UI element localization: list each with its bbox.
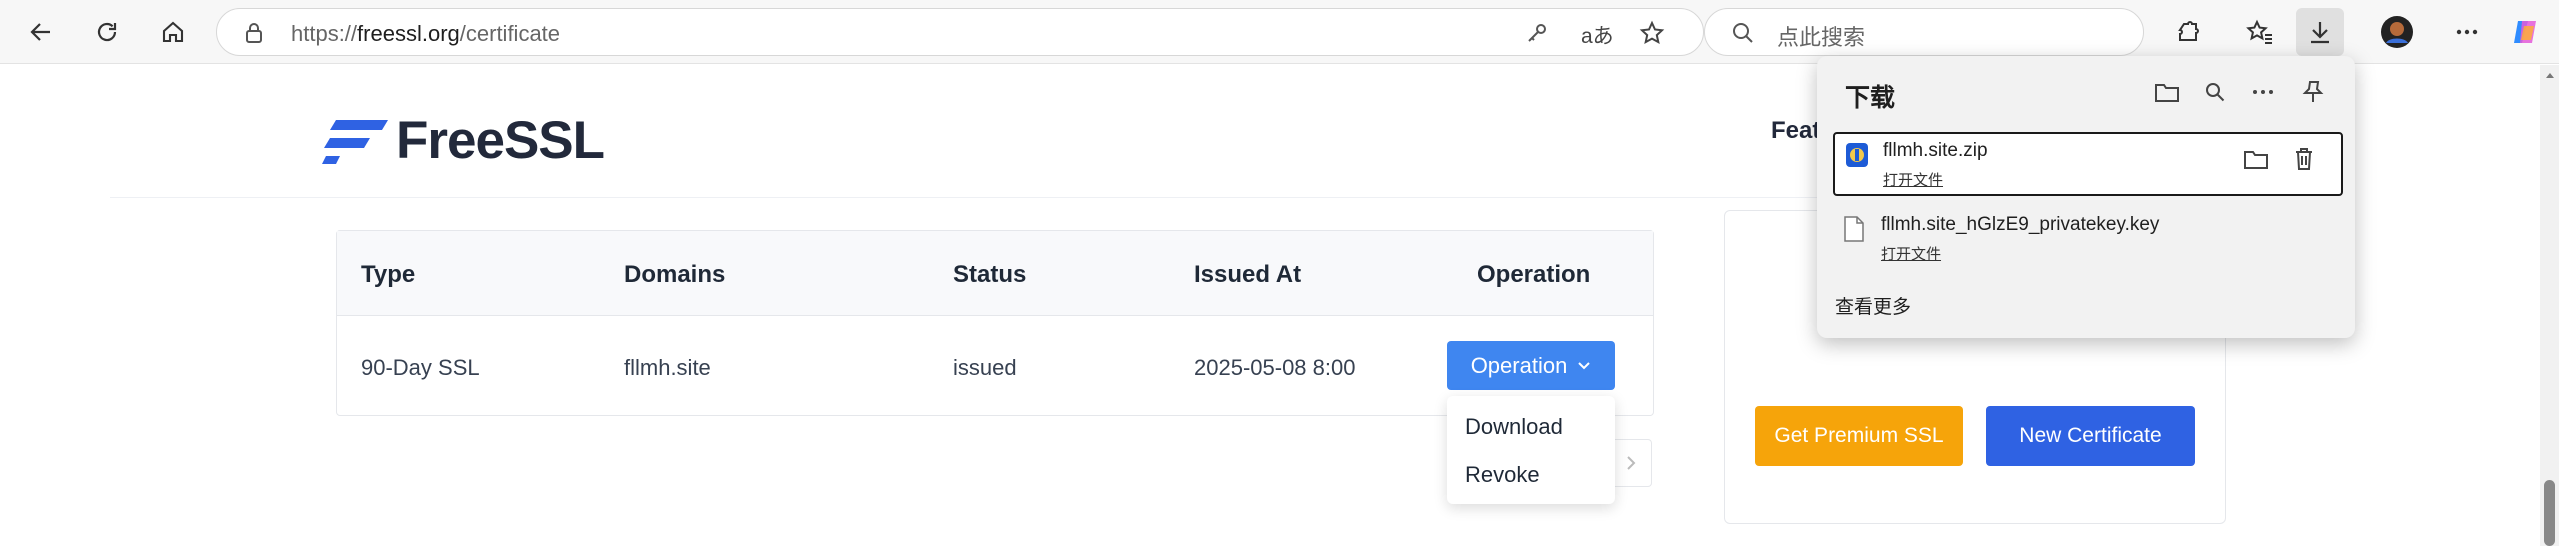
- download-filename: fllmh.site_hGlzE9_privatekey.key: [1881, 214, 2160, 235]
- pagination-next[interactable]: [1610, 439, 1652, 487]
- open-file-link[interactable]: 打开文件: [1881, 243, 1941, 264]
- search-downloads-icon[interactable]: [2199, 76, 2231, 108]
- url-text: https://freessl.org/certificate: [291, 21, 561, 46]
- more-menu-icon[interactable]: [2447, 12, 2487, 52]
- new-certificate-button[interactable]: New Certificate: [1986, 406, 2195, 466]
- operation-button[interactable]: Operation: [1447, 341, 1615, 390]
- favorite-star-icon[interactable]: [1639, 20, 1665, 46]
- search-placeholder: 点此搜索: [1777, 25, 1866, 50]
- cell-type: 90-Day SSL: [361, 355, 480, 380]
- cell-status: issued: [953, 355, 1017, 380]
- search-icon: [1731, 21, 1755, 45]
- zip-file-icon: [1845, 142, 1868, 168]
- header-operation: Operation: [1477, 261, 1591, 288]
- chevron-right-icon: [1627, 456, 1636, 470]
- cell-domain: fllmh.site: [624, 355, 711, 380]
- menu-item-download[interactable]: Download: [1465, 414, 1563, 440]
- chevron-down-icon: [1578, 361, 1591, 369]
- header-status: Status: [953, 261, 1027, 288]
- download-item[interactable]: fllmh.site_hGlzE9_privatekey.key 打开文件: [1833, 208, 2343, 272]
- open-folder-icon[interactable]: [2151, 76, 2183, 108]
- downloads-panel: 下载 fllmh.site.zip 打开文件 fllmh.site_hGlzE9…: [1817, 56, 2355, 338]
- delete-icon[interactable]: [2289, 144, 2319, 174]
- search-bar[interactable]: 点此搜索: [1704, 8, 2144, 56]
- pin-icon[interactable]: [2297, 76, 2329, 108]
- more-options-icon[interactable]: [2247, 76, 2279, 108]
- key-icon[interactable]: [1525, 21, 1549, 45]
- freessl-logo-icon: [322, 119, 388, 164]
- download-item[interactable]: fllmh.site.zip 打开文件: [1833, 132, 2343, 196]
- open-file-link[interactable]: 打开文件: [1883, 169, 1943, 190]
- address-bar[interactable]: https://freessl.org/certificate aあ: [216, 8, 1704, 56]
- show-in-folder-icon[interactable]: [2241, 144, 2271, 174]
- file-icon: [1843, 216, 1865, 242]
- header-domains: Domains: [624, 261, 726, 288]
- operation-dropdown: Download Revoke: [1447, 396, 1615, 504]
- profile-avatar[interactable]: [2377, 12, 2417, 52]
- back-icon[interactable]: [21, 12, 61, 52]
- logo-text: FreeSSL: [396, 111, 605, 170]
- favorites-icon[interactable]: [2240, 12, 2280, 52]
- header-type: Type: [361, 261, 416, 288]
- site-logo[interactable]: FreeSSL: [322, 110, 605, 171]
- see-more-link[interactable]: 查看更多: [1835, 292, 1911, 319]
- scrollbar-thumb[interactable]: [2544, 480, 2555, 546]
- nav-features-link[interactable]: Feat: [1771, 117, 1820, 145]
- scroll-up-icon[interactable]: [2545, 71, 2555, 79]
- refresh-icon[interactable]: [87, 12, 127, 52]
- get-premium-ssl-button[interactable]: Get Premium SSL: [1755, 406, 1963, 466]
- lock-icon[interactable]: [243, 21, 265, 45]
- home-icon[interactable]: [153, 12, 193, 52]
- browser-toolbar: https://freessl.org/certificate aあ 点此搜索: [0, 0, 2559, 64]
- cell-issued-at: 2025-05-08 8:00: [1194, 355, 1356, 380]
- downloads-icon[interactable]: [2296, 8, 2344, 56]
- operation-button-label: Operation: [1470, 352, 1568, 378]
- table-header: Type Domains Status Issued At Operation: [337, 231, 1653, 316]
- downloads-title: 下载: [1845, 84, 1896, 112]
- translate-icon[interactable]: aあ: [1581, 20, 1614, 50]
- menu-item-revoke[interactable]: Revoke: [1465, 462, 1540, 488]
- page-scrollbar[interactable]: [2540, 65, 2559, 546]
- copilot-icon[interactable]: [2505, 12, 2545, 52]
- header-issued-at: Issued At: [1194, 261, 1302, 288]
- extensions-icon[interactable]: [2168, 12, 2208, 52]
- download-filename: fllmh.site.zip: [1883, 140, 1988, 161]
